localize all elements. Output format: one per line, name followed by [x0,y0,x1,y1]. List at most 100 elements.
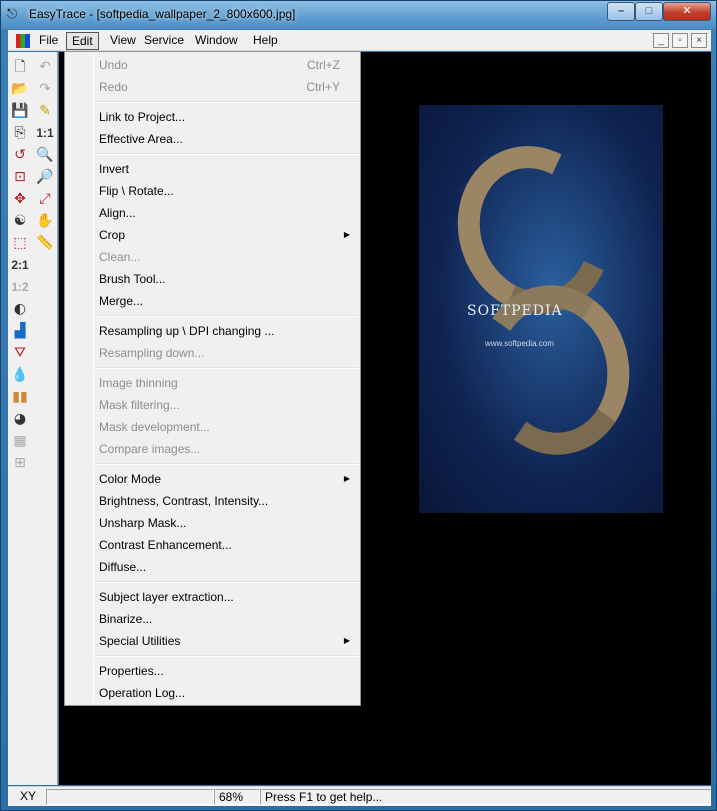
doc-minimize-button[interactable]: _ [653,33,669,48]
ruler-icon[interactable]: 📏 [34,232,56,254]
menu-item-image-thinning[interactable]: Image thinning [67,372,358,394]
ratio-1-2-icon[interactable]: 1:2 [9,276,31,298]
menu-item-link-to-project[interactable]: Link to Project... [67,106,358,128]
menu-item-label: Binarize... [99,612,153,626]
copy-icon[interactable]: ⎘ [9,122,31,144]
menu-item-label: Properties... [99,664,164,678]
menu-item-compare-images[interactable]: Compare images... [67,438,358,460]
palette-icon[interactable]: ◕ [9,408,31,430]
document-icon[interactable] [16,34,30,48]
close-button[interactable]: ✕ [663,2,711,21]
menu-separator [95,367,358,369]
menu-separator [95,581,358,583]
selection-rect-icon[interactable]: ⬚ [9,232,31,254]
menu-service[interactable]: Service [139,32,189,50]
menu-item-shortcut: Ctrl+Y [306,80,340,94]
app-icon[interactable]: ⎋ [7,7,23,23]
filter-icon[interactable]: ⛛ [9,342,31,364]
menu-help[interactable]: Help [248,32,283,50]
status-bar: XY 68% Press F1 to get help... [8,786,711,806]
menu-edit[interactable]: Edit [66,32,99,50]
menu-item-label: Special Utilities [99,634,181,648]
menu-item-label: Flip \ Rotate... [99,184,174,198]
menu-item-label: Effective Area... [99,132,183,146]
menu-item-merge[interactable]: Merge... [67,290,358,312]
zoom-grid-icon[interactable]: ⊞ [9,452,31,474]
menu-separator [95,101,358,103]
grid-icon[interactable]: ▦ [9,430,31,452]
title-bar[interactable]: ⎋ EasyTrace - [softpedia_wallpaper_2_800… [1,1,716,29]
zoom-out-icon[interactable]: 🔎 [34,166,56,188]
fit-icon[interactable]: ⊡ [9,166,31,188]
menu-item-flip-rotate[interactable]: Flip \ Rotate... [67,180,358,202]
pencil-icon[interactable]: ✎ [34,100,56,122]
menu-item-align[interactable]: Align... [67,202,358,224]
menu-item-label: Invert [99,162,130,176]
menu-item-contrast-enhancement[interactable]: Contrast Enhancement... [67,534,358,556]
menu-item-resampling-up-dpi-changing[interactable]: Resampling up \ DPI changing ... [67,320,358,342]
menu-item-special-utilities[interactable]: Special Utilities ▶ [67,630,358,652]
image-url-text: www.softpedia.com [485,339,554,348]
status-coords-value [46,789,214,805]
hand-icon[interactable]: ✋ [34,210,56,232]
menu-item-redo[interactable]: Redo Ctrl+Y [67,76,358,98]
menu-separator [95,315,358,317]
menu-item-subject-layer-extraction[interactable]: Subject layer extraction... [67,586,358,608]
menu-item-brightness-contrast-intensity[interactable]: Brightness, Contrast, Intensity... [67,490,358,512]
menu-item-binarize[interactable]: Binarize... [67,608,358,630]
open-icon[interactable]: 📂 [9,78,31,100]
zoom-fit-icon[interactable]: ⤢ [34,188,56,210]
histogram-icon[interactable]: ▟ [9,320,31,342]
menu-item-undo[interactable]: Undo Ctrl+Z [67,54,358,76]
zoom-in-icon[interactable]: 🔍 [34,144,56,166]
maximize-button[interactable]: □ [635,2,663,21]
ratio-2-1-icon[interactable]: 2:1 [9,254,31,276]
doc-close-button[interactable]: × [691,33,707,48]
menu-item-invert[interactable]: Invert [67,158,358,180]
menu-item-label: Image thinning [99,376,178,390]
menu-item-label: Link to Project... [99,110,186,124]
menu-file[interactable]: File [34,32,63,50]
new-icon[interactable]: 🗋 [9,56,31,78]
menu-item-label: Unsharp Mask... [99,516,187,530]
image-watermark: SOFTPEDIA [467,303,563,319]
minimize-button[interactable]: – [607,2,635,21]
menu-item-label: Resampling down... [99,346,205,360]
menu-item-label: Resampling up \ DPI changing ... [99,324,275,338]
submenu-arrow-icon: ▶ [343,230,350,239]
brightness-icon[interactable]: ◐ [9,298,31,320]
menu-item-label: Subject layer extraction... [99,590,234,604]
doc-restore-button[interactable]: ▫ [672,33,688,48]
menu-item-crop[interactable]: Crop ▶ [67,224,358,246]
rotate-icon[interactable]: ↺ [9,144,31,166]
menu-item-resampling-down[interactable]: Resampling down... [67,342,358,364]
menu-item-shortcut: Ctrl+Z [307,58,340,72]
undo-icon[interactable]: ↶ [34,56,56,78]
menu-window[interactable]: Window [190,32,243,50]
menu-item-mask-development[interactable]: Mask development... [67,416,358,438]
menu-item-clean[interactable]: Clean... [67,246,358,268]
color-bars-icon[interactable]: ▮▮ [9,386,31,408]
transform-icon[interactable]: ✥ [9,188,31,210]
menu-item-diffuse[interactable]: Diffuse... [67,556,358,578]
menu-item-mask-filtering[interactable]: Mask filtering... [67,394,358,416]
save-icon[interactable]: 💾 [9,100,31,122]
menu-view[interactable]: View [105,32,141,50]
menu-item-effective-area[interactable]: Effective Area... [67,128,358,150]
menu-item-operation-log[interactable]: Operation Log... [67,682,358,704]
drop-icon[interactable]: 💧 [9,364,31,386]
submenu-arrow-icon: ▶ [343,636,350,645]
redo-icon[interactable]: ↷ [34,78,56,100]
menu-item-label: Align... [99,206,136,220]
menu-item-color-mode[interactable]: Color Mode ▶ [67,468,358,490]
yin-yang-icon[interactable]: ☯ [9,210,31,232]
menu-separator [95,655,358,657]
ratio-1-1-icon[interactable]: 1:1 [34,122,56,144]
menu-item-label: Mask development... [99,420,210,434]
menu-item-label: Mask filtering... [99,398,180,412]
menu-item-properties[interactable]: Properties... [67,660,358,682]
menu-item-label: Brush Tool... [99,272,166,286]
menu-item-label: Contrast Enhancement... [99,538,232,552]
menu-item-unsharp-mask[interactable]: Unsharp Mask... [67,512,358,534]
menu-item-brush-tool[interactable]: Brush Tool... [67,268,358,290]
